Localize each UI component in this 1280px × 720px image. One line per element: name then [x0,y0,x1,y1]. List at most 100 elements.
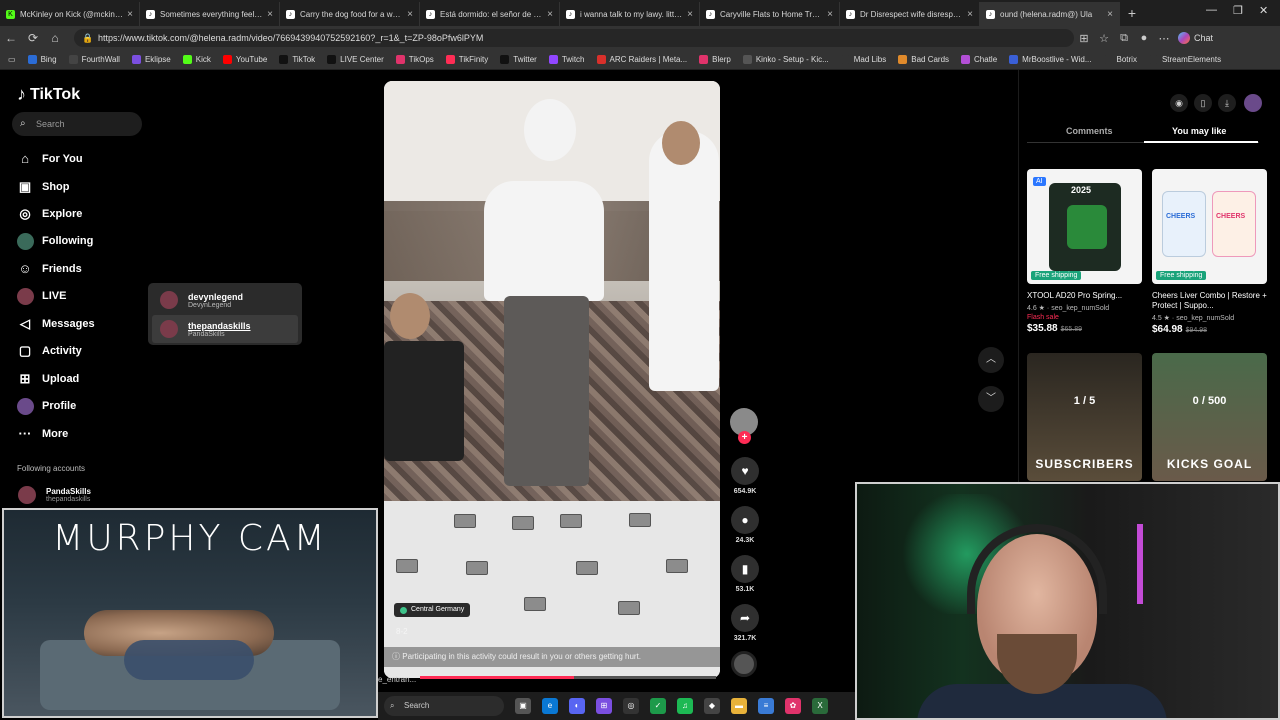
grid-app-icon[interactable]: ⊞ [596,698,612,714]
steam-icon[interactable]: ◆ [704,698,720,714]
bookmark-item[interactable]: FourthWall [68,55,120,64]
chat-button[interactable]: Chat [1178,32,1213,44]
sidebar-item-messages[interactable]: ◁ Messages [17,314,95,334]
bookmark-item[interactable]: Kinko - Setup - Kic... [742,55,829,64]
like-button[interactable]: ♥ 654.9K [730,457,760,495]
coin-icon[interactable]: ◉ [1170,94,1188,112]
bookmark-item[interactable]: ARC Raiders | Meta... [596,55,687,64]
popup-account-thepandaskills[interactable]: thepandaskills PandaSkills [152,315,298,343]
minimize-icon[interactable]: — [1206,4,1217,16]
scroll-down-button[interactable]: ﹀ [978,386,1004,412]
new-tab-button[interactable]: + [1120,2,1144,26]
bookmark-item[interactable]: TikFinity [445,55,488,64]
bookmark-button[interactable]: ▮ 53.1K [730,555,760,593]
close-tab-icon[interactable]: × [127,9,133,20]
edge-icon[interactable]: e [542,698,558,714]
url-field[interactable]: 🔒 https://www.tiktok.com/@helena.radm/vi… [74,29,1074,47]
bookmark-item[interactable]: Eklipse [131,55,171,64]
reload-icon[interactable]: ⟳ [22,31,44,45]
bookmark-item[interactable]: LIVE Center [327,55,384,64]
menu-dots-icon[interactable]: ⋯ [1154,32,1174,45]
share-button[interactable]: ➦ 321.7K [730,604,760,642]
download-icon[interactable]: ⤓ [1218,94,1236,112]
excel-icon[interactable]: X [812,698,828,714]
sidebar-item-more[interactable]: ··· More [17,424,69,444]
app-icon[interactable]: ✿ [785,698,801,714]
collections-icon[interactable]: ⧉ [1114,32,1134,45]
close-tab-icon[interactable]: × [267,9,273,20]
follow-plus-icon[interactable]: + [738,431,751,444]
home-icon[interactable]: ⌂ [44,31,66,45]
location-badge[interactable]: Central Germany [394,603,471,617]
sidebar-item-upload[interactable]: ⊞ Upload [17,369,80,389]
sidebar-item-following[interactable]: Following [17,231,93,251]
green-app-icon[interactable]: ✓ [650,698,666,714]
product-card[interactable]: CHEERS CHEERS Free shipping Cheers Liver… [1152,169,1267,335]
spotify-icon[interactable]: ♫ [677,698,693,714]
browser-tab[interactable]: ♪ ound (helena.radm@) Ula × [980,2,1120,26]
comment-button[interactable]: ● 24.3K [730,506,760,544]
browser-tab[interactable]: K McKinley on Kick (@mckinley.tv × [0,2,140,26]
bookmark-item[interactable]: Botrix [1103,55,1137,64]
close-tab-icon[interactable]: × [687,9,693,20]
sidebar-item-explore[interactable]: ◎ Explore [17,204,82,224]
bookmark-item[interactable]: Twitch [548,55,585,64]
search-input[interactable]: ⌕ Search [12,112,142,136]
close-tab-icon[interactable]: × [407,9,413,20]
video-player[interactable]: Central Germany 8-2 ⓘ Participating in t… [384,81,720,678]
music-disc-icon[interactable] [731,651,757,677]
video-progress-bar[interactable] [420,676,716,679]
browser-tab[interactable]: ♪ i wanna talk to my lawy. little li × [560,2,700,26]
close-tab-icon[interactable]: × [1107,9,1113,20]
browser-tab[interactable]: ♪ Carry the dog food for a woman × [280,2,420,26]
bookmark-item[interactable]: Chatle [961,55,997,64]
tab-comments[interactable]: Comments [1066,126,1113,136]
popup-account-devynlegend[interactable]: devynlegend DevynLegend [152,286,298,314]
bookmark-item[interactable]: Mad Libs [840,55,886,64]
profile-avatar-icon[interactable]: ● [1134,32,1154,44]
video-card[interactable]: 0 / 500 KICKS GOAL [1152,353,1267,481]
bookmark-item[interactable]: YouTube [222,55,267,64]
sidebar-item-profile[interactable]: Profile [17,396,76,416]
sidebar-item-shop[interactable]: ▣ Shop [17,177,70,197]
extensions-icon[interactable]: ⊞ [1074,32,1094,45]
product-card[interactable]: 2025 AI Free shipping XTOOL AD20 Pro Spr… [1027,169,1142,334]
bookmark-item[interactable]: Bing [27,55,57,64]
sidebar-item-friends[interactable]: ☺ Friends [17,259,81,279]
taskbar-search[interactable]: ⌕ Search [384,696,504,716]
bookmark-item[interactable]: Kick [182,55,211,64]
scroll-up-button[interactable]: ︿ [978,347,1004,373]
close-window-icon[interactable]: ✕ [1259,4,1268,17]
close-tab-icon[interactable]: × [967,9,973,20]
notepad-icon[interactable]: ≡ [758,698,774,714]
file-explorer-icon[interactable]: ▬ [731,698,747,714]
browser-tab[interactable]: ♪ Sometimes everything feels too × [140,2,280,26]
user-avatar[interactable] [1244,94,1262,112]
bookmarks-folder-icon[interactable]: ▭ [8,55,16,64]
browser-tab[interactable]: ♪ Está dormido: el señor de los ladr× [420,2,560,26]
tab-you-may-like[interactable]: You may like [1172,126,1226,136]
sidebar-item-activity[interactable]: ▢ Activity [17,341,82,361]
bookmark-item[interactable]: Twitter [500,55,537,64]
bookmark-item[interactable]: StreamElements [1148,55,1221,64]
device-icon[interactable]: ▯ [1194,94,1212,112]
obs-icon[interactable]: ◎ [623,698,639,714]
discord-icon[interactable]: ◐ [569,698,585,714]
back-icon[interactable]: ← [0,31,22,45]
bookmark-item[interactable]: Bad Cards [898,55,949,64]
bookmark-item[interactable]: TikTok [279,55,315,64]
tiktok-logo[interactable]: ♪ TikTok [17,84,80,105]
bookmark-item[interactable]: MrBoostlive - Wid... [1009,55,1092,64]
bookmark-item[interactable]: Blerp [699,55,731,64]
close-tab-icon[interactable]: × [547,9,553,20]
video-card[interactable]: 1 / 5 SUBSCRIBERS [1027,353,1142,481]
following-account-item[interactable]: PandaSkills thepandaskills [18,486,91,504]
browser-tab[interactable]: ♪ Dr Disrespect wife disrespected × [840,2,980,26]
maximize-icon[interactable]: ❐ [1233,4,1243,17]
task-view-icon[interactable]: ▣ [515,698,531,714]
browser-tab[interactable]: ♪ Caryville Flats to Home Trail Rid × [700,2,840,26]
bookmark-item[interactable]: TikOps [395,55,434,64]
close-tab-icon[interactable]: × [827,9,833,20]
sidebar-item-for-you[interactable]: ⌂ For You [17,149,82,169]
favorite-star-icon[interactable]: ☆ [1094,32,1114,45]
